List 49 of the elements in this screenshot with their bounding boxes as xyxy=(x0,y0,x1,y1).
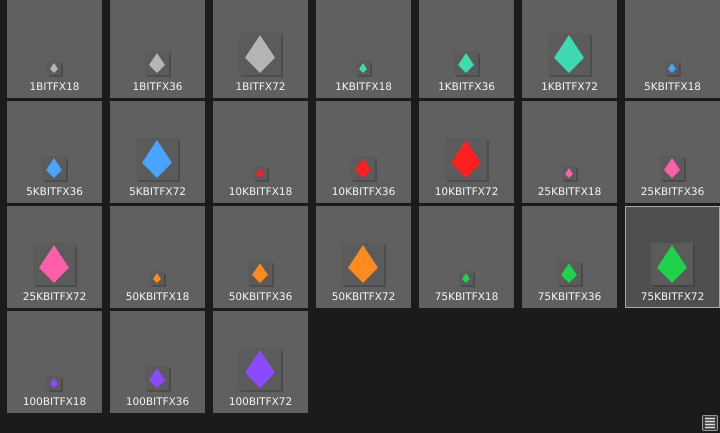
tile-label: 1KBITFX36 xyxy=(438,81,495,93)
tile-label: 10KBITFX72 xyxy=(434,186,498,198)
effect-tile[interactable]: 50KBITFX36 xyxy=(213,206,308,308)
list-view-icon[interactable] xyxy=(702,415,718,431)
effect-tile[interactable]: 5KBITFX72 xyxy=(110,101,205,203)
tile-label: 25KBITFX72 xyxy=(22,291,86,303)
tile-label: 5KBITFX72 xyxy=(129,186,186,198)
effect-tile[interactable]: 25KBITFX72 xyxy=(7,206,102,308)
tile-label: 1BITFX18 xyxy=(30,81,80,93)
effect-tile[interactable]: 1KBITFX36 xyxy=(419,0,514,98)
effect-tile[interactable]: 5KBITFX18 xyxy=(625,0,720,98)
effect-tile[interactable]: 100BITFX36 xyxy=(110,311,205,413)
tile-label: 1KBITFX72 xyxy=(541,81,598,93)
tile-label: 75KBITFX18 xyxy=(434,291,498,303)
tile-label: 1BITFX36 xyxy=(132,81,182,93)
effect-tile[interactable]: 5KBITFX36 xyxy=(7,101,102,203)
tile-label: 100BITFX18 xyxy=(22,396,86,408)
effect-tile[interactable]: 1BITFX36 xyxy=(110,0,205,98)
tile-label: 75KBITFX36 xyxy=(538,291,602,303)
effect-tile[interactable]: 100BITFX18 xyxy=(7,311,102,413)
effect-tile[interactable]: 75KBITFX36 xyxy=(522,206,617,308)
tile-label: 1BITFX72 xyxy=(236,81,286,93)
effect-tile[interactable]: 1KBITFX72 xyxy=(522,0,617,98)
tile-label: 100BITFX36 xyxy=(126,396,190,408)
tile-label: 25KBITFX36 xyxy=(640,186,704,198)
tile-label: 10KBITFX36 xyxy=(332,186,396,198)
effect-tile[interactable]: 25KBITFX18 xyxy=(522,101,617,203)
tile-label: 50KBITFX36 xyxy=(228,291,292,303)
effect-tile[interactable]: 25KBITFX36 xyxy=(625,101,720,203)
tile-label: 1KBITFX18 xyxy=(335,81,392,93)
effect-tile[interactable]: 75KBITFX18 xyxy=(419,206,514,308)
effect-tile[interactable]: 50KBITFX72 xyxy=(316,206,411,308)
tile-label: 5KBITFX18 xyxy=(644,81,701,93)
effect-tile[interactable]: 75KBITFX72 xyxy=(625,206,720,308)
tile-label: 75KBITFX72 xyxy=(640,291,704,303)
tile-label: 100BITFX72 xyxy=(228,396,292,408)
effect-tile[interactable]: 1BITFX72 xyxy=(213,0,308,98)
effect-tile[interactable]: 10KBITFX36 xyxy=(316,101,411,203)
effect-tile[interactable]: 100BITFX72 xyxy=(213,311,308,413)
tile-label: 25KBITFX18 xyxy=(538,186,602,198)
tile-label: 5KBITFX36 xyxy=(26,186,83,198)
effect-tile[interactable]: 1BITFX18 xyxy=(7,0,102,98)
tile-label: 50KBITFX18 xyxy=(126,291,190,303)
effect-tile[interactable]: 50KBITFX18 xyxy=(110,206,205,308)
effect-tile[interactable]: 10KBITFX18 xyxy=(213,101,308,203)
tile-label: 10KBITFX18 xyxy=(228,186,292,198)
tile-label: 50KBITFX72 xyxy=(332,291,396,303)
effect-tile[interactable]: 1KBITFX18 xyxy=(316,0,411,98)
effect-tile[interactable]: 10KBITFX72 xyxy=(419,101,514,203)
